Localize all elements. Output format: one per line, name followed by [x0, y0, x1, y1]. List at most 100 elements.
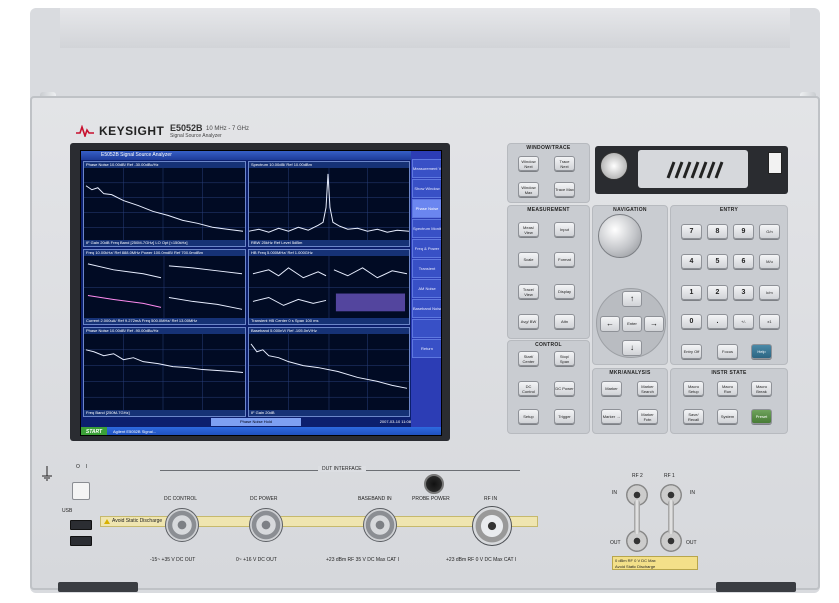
phase-noise-window[interactable]: Phase Noise 10.00dB/ Ref -30.00dBc/Hz IF… — [83, 161, 246, 247]
power-switch[interactable] — [72, 482, 90, 500]
rf1-out-label: OUT — [686, 540, 697, 546]
taskbar-app[interactable]: Agilent E5052B Signal... — [113, 427, 156, 435]
hb-freq-window[interactable]: HB Freq 5.000MHz/ Ref 1.000GHz Transient… — [248, 249, 410, 325]
rf-in-connector[interactable] — [472, 506, 512, 546]
drive-lock-icon[interactable] — [600, 152, 628, 180]
brand-logo: KEYSIGHT — [76, 124, 164, 138]
rf-in-spec: +23 dBm RF 0 V DC Max CAT I — [446, 557, 517, 563]
window-max-key[interactable]: Window Max — [518, 182, 539, 197]
key-decimal[interactable]: . — [707, 314, 728, 329]
menu-item-show-window[interactable]: Show Window — [412, 179, 441, 198]
window-next-key[interactable]: Window Next — [518, 156, 539, 171]
trace-next-key[interactable]: Trace Next — [554, 156, 575, 171]
entry-off-key[interactable]: Entry Off — [681, 344, 702, 359]
menu-item-freq-power[interactable]: Freq & Power — [412, 239, 441, 258]
dc-power-key[interactable]: DC Power — [554, 381, 575, 396]
spectrum-trace — [249, 168, 409, 242]
stop-span-key[interactable]: Stop/ Span — [554, 351, 575, 366]
marker-to-key[interactable]: Marker → — [601, 409, 622, 424]
enter-button[interactable]: Enter — [622, 316, 642, 332]
key-0[interactable]: 0 — [681, 314, 702, 329]
macro-run-key[interactable]: Macro Run — [717, 381, 738, 396]
spectrum-window[interactable]: Spectrum 10.00dB/ Ref 10.00dBm RBW 25kHz… — [248, 161, 410, 247]
dc-control-connector[interactable] — [165, 508, 199, 542]
dc-control-key[interactable]: DC Control — [518, 381, 539, 396]
setup-key[interactable]: Setup — [518, 409, 539, 424]
usb-label: USB — [62, 508, 73, 514]
menu-item-baseband-noise[interactable]: Baseband Noise — [412, 299, 441, 318]
arrow-down-button[interactable]: ↓ — [622, 340, 642, 356]
usb-port-2[interactable] — [70, 536, 92, 546]
meas-view-key[interactable]: Meas/ View — [518, 222, 539, 237]
format-key[interactable]: Format — [554, 252, 575, 267]
freq-power-window[interactable]: Freq 10.00kHz/ Ref 888.0MHz Power 100.0m… — [83, 249, 246, 325]
baseband-in-connector[interactable] — [363, 508, 397, 542]
marker-search-key[interactable]: Marker Search — [637, 381, 658, 396]
save-recall-key[interactable]: Save/ Recall — [683, 409, 704, 424]
marker-key[interactable]: Marker — [601, 381, 622, 396]
cabinet-top — [60, 8, 790, 48]
window-footer: IF Gain 20dB — [249, 410, 409, 416]
key-6[interactable]: 6 — [733, 254, 754, 269]
rf-static-text: Avoid Static Discharge — [615, 564, 656, 569]
key-mega-micro[interactable]: M/u — [759, 254, 780, 269]
help-key[interactable]: Help — [751, 344, 772, 359]
key-5[interactable]: 5 — [707, 254, 728, 269]
phase-noise-trace-2 — [84, 334, 245, 412]
key-4[interactable]: 4 — [681, 254, 702, 269]
key-9[interactable]: 9 — [733, 224, 754, 239]
macro-break-key[interactable]: Macro Break — [751, 381, 772, 396]
trace-view-key[interactable]: Trace/ View — [518, 284, 539, 299]
display-key[interactable]: Display — [554, 284, 575, 299]
trigger-key[interactable]: Trigger — [554, 409, 575, 424]
probe-power-connector[interactable] — [424, 474, 444, 494]
menu-item-return[interactable]: Return — [412, 339, 441, 358]
attn-key[interactable]: Attn — [554, 314, 575, 329]
menu-item-transient[interactable]: Transient — [412, 259, 441, 278]
marker-fctn-key[interactable]: Marker Fctn — [637, 409, 658, 424]
macro-setup-key[interactable]: Macro Setup — [683, 381, 704, 396]
rf2-label: RF 2 — [632, 473, 643, 479]
phase-noise-window-2[interactable]: Phase Noise 10.00dB/ Ref -90.00dBc/Hz Fr… — [83, 327, 246, 417]
navigation-pad: ↑ ← Enter → ↓ — [596, 288, 666, 358]
key-giga-nano[interactable]: G/n — [759, 224, 780, 239]
usb-port-1[interactable] — [70, 520, 92, 530]
key-7[interactable]: 7 — [681, 224, 702, 239]
key-8[interactable]: 8 — [707, 224, 728, 239]
avg-bw-key[interactable]: Avg/ BW — [518, 314, 539, 329]
key-x1[interactable]: x1 — [759, 314, 780, 329]
key-kilo-milli[interactable]: k/m — [759, 285, 780, 300]
key-2[interactable]: 2 — [707, 285, 728, 300]
key-3[interactable]: 3 — [733, 285, 754, 300]
arrow-left-button[interactable]: ← — [600, 316, 620, 332]
rf-in-label: RF IN — [484, 496, 498, 502]
menu-item-blank[interactable] — [412, 319, 441, 338]
section-title: WINDOW/TRACE — [526, 145, 571, 151]
rotary-knob[interactable] — [598, 214, 642, 258]
arrow-up-button[interactable]: ↑ — [622, 291, 642, 307]
input-key[interactable]: Input — [554, 222, 575, 237]
menu-item-phase-noise[interactable]: Phase Noise — [412, 199, 441, 218]
menu-item-measurement-view[interactable]: Measurement View — [412, 159, 441, 178]
dc-power-connector[interactable] — [249, 508, 283, 542]
focus-key[interactable]: Focus — [717, 344, 738, 359]
system-key[interactable]: System — [717, 409, 738, 424]
keysight-wave-icon — [76, 125, 94, 137]
start-center-key[interactable]: Start/ Center — [518, 351, 539, 366]
instrument-subtitle: Signal Source Analyzer — [170, 133, 222, 139]
start-button[interactable]: START — [81, 427, 107, 435]
dc-power-spec: 0~ +16 V DC OUT — [236, 557, 277, 563]
section-title: MKR/ANALYSIS — [609, 370, 651, 376]
arrow-right-button[interactable]: → — [644, 316, 664, 332]
screen-title-bar: E5052B Signal Source Analyzer — [81, 151, 411, 160]
trace-max-key[interactable]: Trace Max — [554, 182, 575, 197]
menu-item-am-noise[interactable]: AM Noise — [412, 279, 441, 298]
preset-key[interactable]: Preset — [751, 409, 772, 424]
baseband-window[interactable]: Baseband 5.000nV/ Ref -105.0nV/Hz IF Gai… — [248, 327, 410, 417]
menu-item-spectrum-monitor[interactable]: Spectrum Monitor — [412, 219, 441, 238]
key-1[interactable]: 1 — [681, 285, 702, 300]
drive-slot[interactable] — [638, 150, 748, 188]
key-plus-minus[interactable]: +/- — [733, 314, 754, 329]
drive-eject-button[interactable] — [768, 152, 782, 174]
scale-key[interactable]: Scale — [518, 252, 539, 267]
